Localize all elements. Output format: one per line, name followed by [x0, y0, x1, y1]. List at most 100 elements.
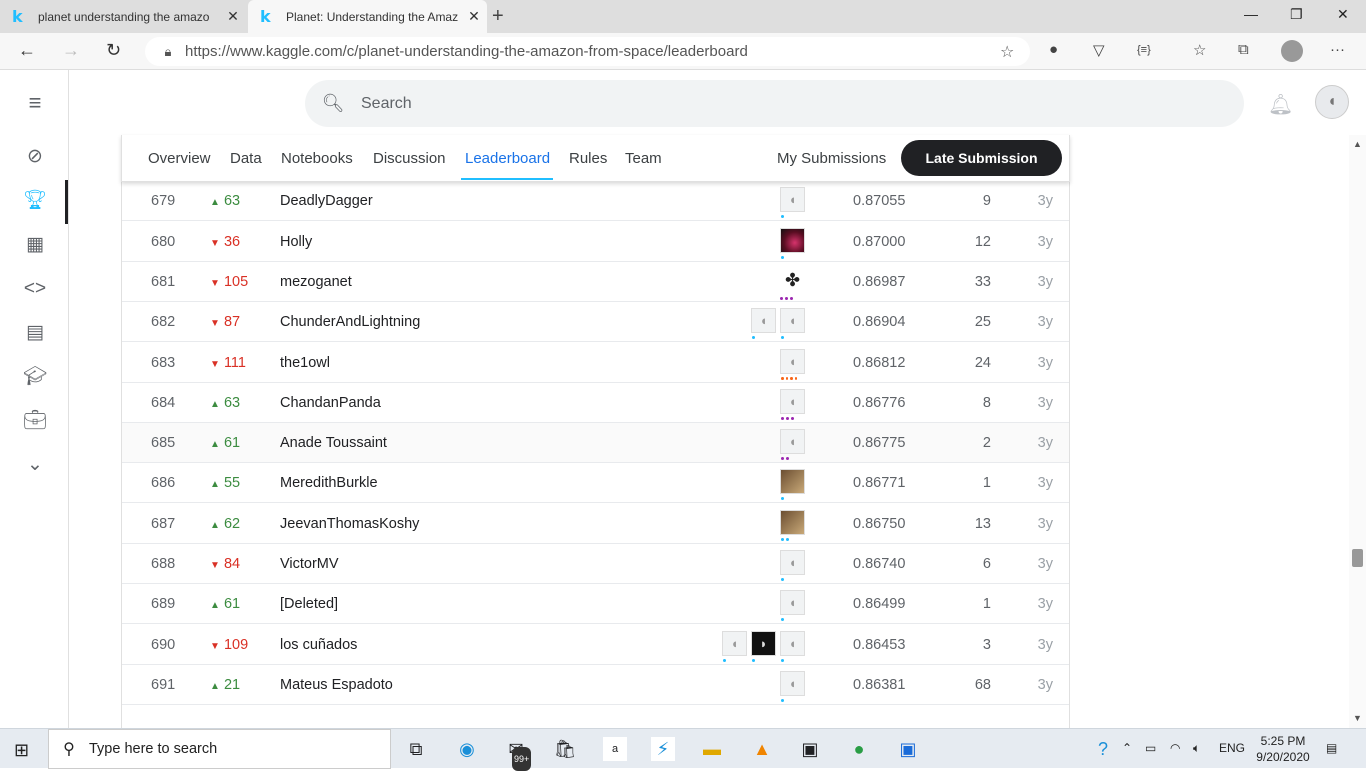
table-icon[interactable]: ▦	[22, 232, 48, 258]
back-icon[interactable]: ←	[18, 40, 36, 61]
refresh-icon[interactable]: ↻	[106, 40, 121, 61]
team-name[interactable]: mezoganet	[280, 274, 352, 290]
avatar[interactable]: ◖	[780, 187, 805, 219]
extension-icon[interactable]: ●	[1049, 41, 1058, 58]
code-icon[interactable]: <>	[22, 276, 48, 302]
vlc-icon[interactable]: ▲	[750, 737, 774, 761]
team-name[interactable]: MeredithBurkle	[280, 475, 378, 491]
battery-icon[interactable]: ▭	[1145, 741, 1156, 755]
close-icon[interactable]: ✕	[220, 8, 246, 25]
json-extension-icon[interactable]: {≡}	[1137, 44, 1151, 56]
volume-icon[interactable]: 🔈︎	[1193, 741, 1200, 756]
restore-icon[interactable]: ❐	[1290, 6, 1303, 23]
team-name[interactable]: Mateus Espadoto	[280, 677, 393, 693]
tab-overview[interactable]: Overview	[148, 150, 211, 167]
table-row[interactable]: 690 ▼ 109 los cuñados ◖ ◗ ◖ 0.86453 3 3y	[122, 625, 1069, 665]
tab-notebooks[interactable]: Notebooks	[281, 150, 353, 167]
avatar[interactable]: ◖	[780, 550, 805, 581]
chevron-up-icon[interactable]: ⌃	[1122, 741, 1132, 755]
team-name[interactable]: [Deleted]	[280, 596, 338, 612]
browser-tab-1[interactable]: k planet understanding the amazo ✕	[0, 0, 246, 33]
page-scrollbar[interactable]: ▲ ▼	[1349, 135, 1366, 728]
avatar[interactable]: ✤	[780, 267, 805, 300]
collections-icon[interactable]: ⧉	[1238, 41, 1249, 58]
discussion-icon[interactable]: ▤	[22, 320, 48, 346]
forward-icon[interactable]: →	[62, 40, 80, 61]
remote-desktop-icon[interactable]: ▣	[896, 737, 920, 761]
avatar[interactable]	[780, 227, 805, 259]
table-row[interactable]: 680 ▼ 36 Holly 0.87000 12 3y	[122, 222, 1069, 262]
amazon-icon[interactable]: a	[603, 737, 627, 761]
avatar[interactable]: ◖	[751, 308, 776, 340]
green-app-icon[interactable]: ●	[847, 737, 871, 761]
team-name[interactable]: JeevanThomasKoshy	[280, 516, 419, 532]
team-name[interactable]: VictorMV	[280, 556, 339, 572]
avatar[interactable]: ◖	[780, 348, 805, 380]
avatar[interactable]: ◗	[751, 630, 776, 662]
compass-icon[interactable]: ⊘	[22, 144, 48, 170]
table-row[interactable]: 681 ▼ 105 mezoganet ✤ 0.86987 33 3y	[122, 262, 1069, 302]
taskbar-search[interactable]: ⚲ Type here to search	[48, 729, 391, 769]
windows-start-icon[interactable]: ⊞	[14, 740, 29, 761]
table-row[interactable]: 682 ▼ 87 ChunderAndLightning ◖ ◖ 0.86904 25 3y	[122, 302, 1069, 343]
team-name[interactable]: Anade Toussaint	[280, 435, 387, 451]
avatar[interactable]: ◖	[780, 590, 805, 622]
team-name[interactable]: los cuñados	[280, 637, 357, 653]
url-field[interactable]: 🔒︎ https://www.kaggle.com/c/planet-under…	[145, 37, 1030, 66]
table-row[interactable]: 687 ▲ 62 JeevanThomasKoshy 0.86750 13 3y	[122, 504, 1069, 544]
minimize-icon[interactable]: —	[1244, 6, 1258, 22]
edge-icon[interactable]: ◉	[455, 737, 479, 761]
scroll-down-icon[interactable]: ▼	[1353, 713, 1362, 723]
table-row[interactable]: 686 ▲ 55 MeredithBurkle 0.86771 1 3y	[122, 463, 1069, 504]
team-name[interactable]: DeadlyDagger	[280, 193, 373, 209]
new-tab-icon[interactable]: +	[492, 5, 504, 28]
table-row[interactable]: 688 ▼ 84 VictorMV ◖ 0.86740 6 3y	[122, 544, 1069, 584]
chevron-down-icon[interactable]: ⌄	[22, 452, 48, 478]
lightning-app-icon[interactable]: ⚡︎	[651, 737, 675, 761]
late-submission-button[interactable]: Late Submission	[901, 140, 1062, 176]
team-name[interactable]: ChunderAndLightning	[280, 314, 420, 330]
avatar[interactable]: ◖	[1315, 85, 1349, 119]
my-submissions-link[interactable]: My Submissions	[777, 150, 886, 167]
profile-icon[interactable]	[1281, 40, 1303, 62]
help-icon[interactable]: ?	[1091, 737, 1115, 761]
language-indicator[interactable]: ENG	[1219, 741, 1245, 755]
table-row[interactable]: 679 ▲ 63 DeadlyDagger ◖ 0.87055 9 3y	[122, 181, 1069, 222]
table-row[interactable]: 683 ▼ 111 the1owl ◖ 0.86812 24 3y	[122, 343, 1069, 383]
table-row[interactable]: 684 ▲ 63 ChandanPanda ◖ 0.86776 8 3y	[122, 383, 1069, 423]
scroll-up-icon[interactable]: ▲	[1353, 139, 1362, 149]
favorite-star-icon[interactable]: ☆	[1000, 42, 1030, 62]
tab-rules[interactable]: Rules	[569, 150, 607, 167]
tab-discussion[interactable]: Discussion	[373, 150, 446, 167]
avatar[interactable]: ◖	[780, 388, 805, 420]
team-name[interactable]: Holly	[280, 234, 312, 250]
photos-icon[interactable]: ▣	[798, 737, 822, 761]
scroll-thumb[interactable]	[1352, 549, 1363, 567]
mail-icon[interactable]: ✉ 99+	[504, 737, 532, 771]
table-row[interactable]: 685 ▲ 61 Anade Toussaint ◖ 0.86775 2 3y	[122, 423, 1069, 464]
more-icon[interactable]: ···	[1330, 41, 1345, 58]
learn-icon[interactable]: 🎓︎	[22, 364, 48, 390]
task-view-icon[interactable]: ⧉	[404, 737, 428, 761]
avatar[interactable]: ◖	[780, 630, 805, 662]
avatar[interactable]: ◖	[780, 429, 805, 461]
browser-tab-2[interactable]: k Planet: Understanding the Amaz ✕	[248, 0, 487, 33]
table-row[interactable]: 691 ▲ 21 Mateus Espadoto ◖ 0.86381 68 3y	[122, 665, 1069, 705]
table-row[interactable]: 689 ▲ 61 [Deleted] ◖ 0.86499 1 3y	[122, 584, 1069, 625]
tab-data[interactable]: Data	[230, 150, 262, 167]
notification-icon[interactable]: ▤	[1326, 741, 1337, 755]
taskbar-search-input[interactable]: Type here to search	[89, 741, 217, 757]
tab-team[interactable]: Team	[625, 150, 662, 167]
clock[interactable]: 5:25 PM 9/20/2020	[1250, 733, 1316, 765]
search-input[interactable]: Search	[361, 95, 412, 113]
tab-leaderboard[interactable]: Leaderboard	[465, 150, 550, 167]
avatar[interactable]: ◖	[780, 308, 805, 340]
jobs-icon[interactable]: 💼︎	[22, 408, 48, 434]
pocket-icon[interactable]: ▽	[1093, 41, 1105, 59]
team-name[interactable]: ChandanPanda	[280, 395, 381, 411]
menu-icon[interactable]: ≡	[22, 90, 48, 116]
team-name[interactable]: the1owl	[280, 355, 330, 371]
avatar[interactable]	[780, 509, 805, 541]
trophy-icon[interactable]: 🏆︎	[22, 188, 48, 214]
wifi-icon[interactable]: ◠	[1170, 741, 1180, 755]
